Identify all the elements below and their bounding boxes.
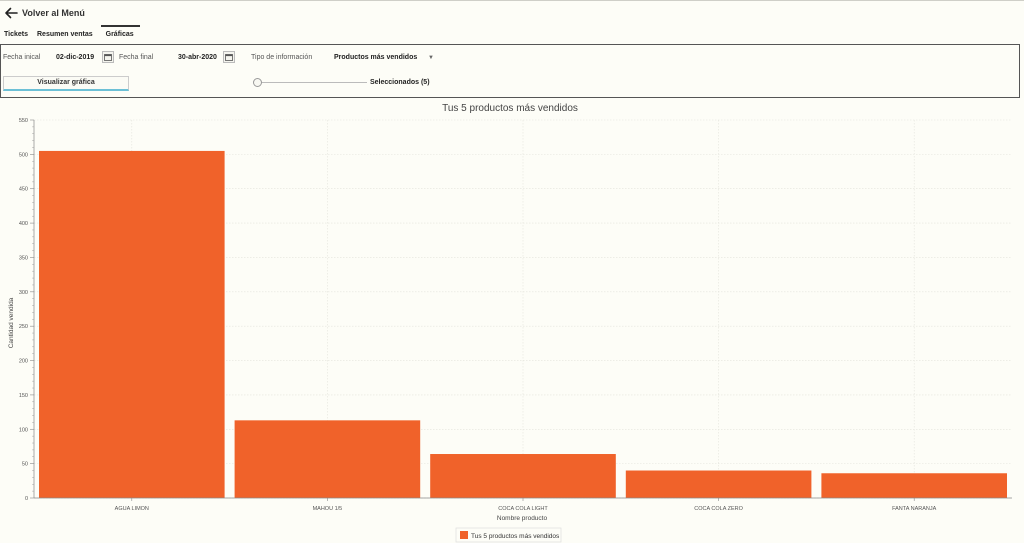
header: Volver al Menú [0, 0, 1024, 26]
calendar-icon [104, 53, 112, 61]
back-to-menu-button[interactable]: Volver al Menú [4, 6, 85, 20]
bar-coca-cola-zero[interactable] [625, 470, 812, 498]
x-tick-label: MAHOU 1/5 [313, 506, 343, 512]
end-date-value[interactable]: 30-abr-2020 [178, 54, 217, 61]
bar-chart: Tus 5 productos más vendidos 0 50 100 150 20… [8, 103, 1012, 543]
info-type-label: Tipo de información [251, 54, 313, 61]
x-tick-label: FANTA NARANJA [892, 506, 937, 512]
y-tick-label: 100 [19, 427, 28, 433]
slider-track[interactable] [257, 82, 367, 83]
slider-thumb[interactable] [253, 78, 262, 87]
bar-agua-limon[interactable] [39, 150, 225, 498]
start-date-calendar-button[interactable] [102, 51, 114, 63]
end-date-label: Fecha final [119, 54, 154, 61]
chart-area: Tus 5 productos más vendidos 0 50 100 150 20… [0, 98, 1024, 543]
y-tick-label: 50 [22, 462, 28, 468]
info-type-select[interactable]: Productos más vendidos [334, 54, 417, 61]
x-tick-label: COCA COLA ZERO [694, 506, 743, 512]
arrow-left-icon [5, 7, 18, 19]
bar-mahou-1-5[interactable] [234, 420, 421, 498]
x-axis: AGUA LIMON MAHOU 1/5 COCA COLA LIGHT COCA C… [34, 497, 1012, 512]
x-tick-label: AGUA LIMON [115, 506, 149, 512]
back-label: Volver al Menú [22, 8, 85, 18]
selected-count-label: Seleccionados (5) [370, 79, 430, 86]
visualize-chart-button[interactable]: Visualizar gráfica [3, 76, 129, 91]
legend-swatch [460, 531, 468, 539]
x-axis-label: Nombre producto [497, 515, 548, 522]
tab-resumen-ventas[interactable]: Resumen ventas [33, 25, 98, 43]
x-tick-label: COCA COLA LIGHT [498, 506, 548, 512]
y-tick-label: 500 [19, 152, 28, 158]
end-date-calendar-button[interactable] [223, 51, 235, 63]
y-tick-label: 400 [19, 221, 28, 227]
y-tick-label: 0 [25, 496, 28, 502]
y-tick-label: 550 [19, 118, 28, 124]
legend-label: Tus 5 productos más vendidos [471, 533, 560, 540]
y-axis: 0 50 100 150 200 250 300 350 400 450 500 550 [19, 118, 35, 502]
y-tick-label: 350 [19, 255, 28, 261]
y-tick-label: 150 [19, 393, 28, 399]
tab-graficas[interactable]: Gráficas [100, 25, 140, 43]
tab-bar: Tickets Resumen ventas Gráficas [0, 25, 140, 43]
y-tick-label: 300 [19, 290, 28, 296]
filter-panel: Fecha inical 02-dic-2019 Fecha final 30-… [0, 44, 1020, 98]
bar-fanta-naranja[interactable] [821, 473, 1007, 498]
y-tick-label: 250 [19, 324, 28, 330]
tab-tickets[interactable]: Tickets [0, 25, 33, 43]
y-tick-label: 200 [19, 359, 28, 365]
bar-coca-cola-light[interactable] [430, 454, 616, 498]
chart-title: Tus 5 productos más vendidos [442, 103, 578, 114]
legend[interactable]: Tus 5 productos más vendidos [455, 527, 562, 543]
start-date-value[interactable]: 02-dic-2019 [56, 54, 94, 61]
calendar-icon [225, 53, 233, 61]
y-axis-label: Cantidad vendida [8, 297, 15, 348]
start-date-label: Fecha inical [3, 54, 41, 61]
y-tick-label: 450 [19, 187, 28, 193]
chevron-down-icon[interactable]: ▼ [428, 55, 434, 61]
